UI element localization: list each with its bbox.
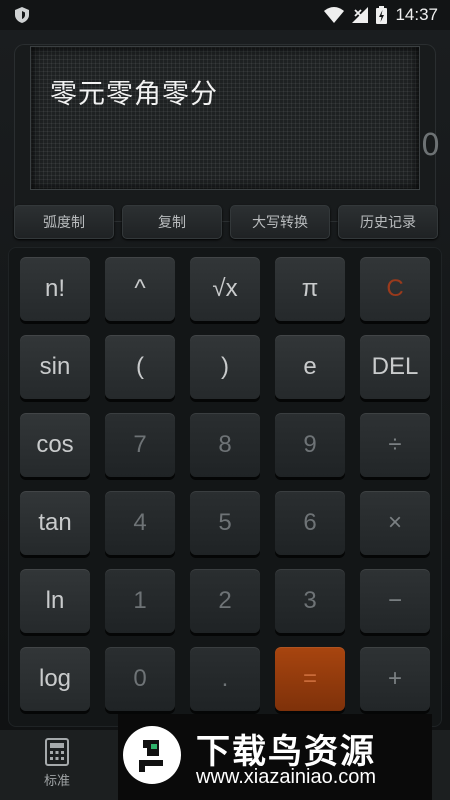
log-key[interactable]: log <box>20 647 90 711</box>
sqrt-key[interactable]: √x <box>190 257 260 321</box>
tab-standard[interactable]: 标准 <box>30 738 84 794</box>
wifi-icon <box>324 7 345 23</box>
watermark-url: www.xiazainiao.com <box>196 766 377 788</box>
radian-mode-button[interactable]: 弧度制 <box>14 205 114 239</box>
pi-key[interactable]: π <box>275 257 345 321</box>
partial-digit: 0 <box>421 128 441 163</box>
signal-icon <box>352 7 369 23</box>
shield-icon <box>15 7 29 23</box>
clock: 14:37 <box>395 5 438 24</box>
battery-charging-icon <box>376 6 388 24</box>
clear-key[interactable]: C <box>360 257 430 321</box>
ln-key[interactable]: ln <box>20 569 90 633</box>
divide-key[interactable]: ÷ <box>360 413 430 477</box>
digit-0-key[interactable]: 0 <box>105 647 175 711</box>
euler-key[interactable]: e <box>275 335 345 399</box>
calculator-icon <box>45 738 69 766</box>
watermark: 下载鸟资源 www.xiazainiao.com <box>118 714 432 800</box>
digit-5-key[interactable]: 5 <box>190 491 260 555</box>
digit-9-key[interactable]: 9 <box>275 413 345 477</box>
equals-key[interactable]: = <box>275 647 345 711</box>
subtract-key[interactable]: − <box>360 569 430 633</box>
display-screen <box>30 46 420 190</box>
status-bar: 14:37 <box>0 0 450 30</box>
add-key[interactable]: + <box>360 647 430 711</box>
open-paren-key[interactable]: ( <box>105 335 175 399</box>
digit-4-key[interactable]: 4 <box>105 491 175 555</box>
tan-key[interactable]: tan <box>20 491 90 555</box>
digit-8-key[interactable]: 8 <box>190 413 260 477</box>
keypad: n! ^ √x π C sin ( ) e DEL cos 7 8 9 ÷ ta… <box>8 247 442 727</box>
power-key[interactable]: ^ <box>105 257 175 321</box>
factorial-key[interactable]: n! <box>20 257 90 321</box>
close-paren-key[interactable]: ) <box>190 335 260 399</box>
sin-key[interactable]: sin <box>20 335 90 399</box>
tab-standard-label: 标准 <box>43 774 70 789</box>
result-text: 零元零角零分 <box>50 79 218 110</box>
digit-1-key[interactable]: 1 <box>105 569 175 633</box>
digit-2-key[interactable]: 2 <box>190 569 260 633</box>
digit-7-key[interactable]: 7 <box>105 413 175 477</box>
multiply-key[interactable]: × <box>360 491 430 555</box>
bird-logo-icon <box>123 726 181 784</box>
copy-button[interactable]: 复制 <box>122 205 222 239</box>
digit-3-key[interactable]: 3 <box>275 569 345 633</box>
decimal-key[interactable]: . <box>190 647 260 711</box>
delete-key[interactable]: DEL <box>360 335 430 399</box>
digit-6-key[interactable]: 6 <box>275 491 345 555</box>
history-button[interactable]: 历史记录 <box>338 205 438 239</box>
cos-key[interactable]: cos <box>20 413 90 477</box>
uppercase-convert-button[interactable]: 大写转换 <box>230 205 330 239</box>
